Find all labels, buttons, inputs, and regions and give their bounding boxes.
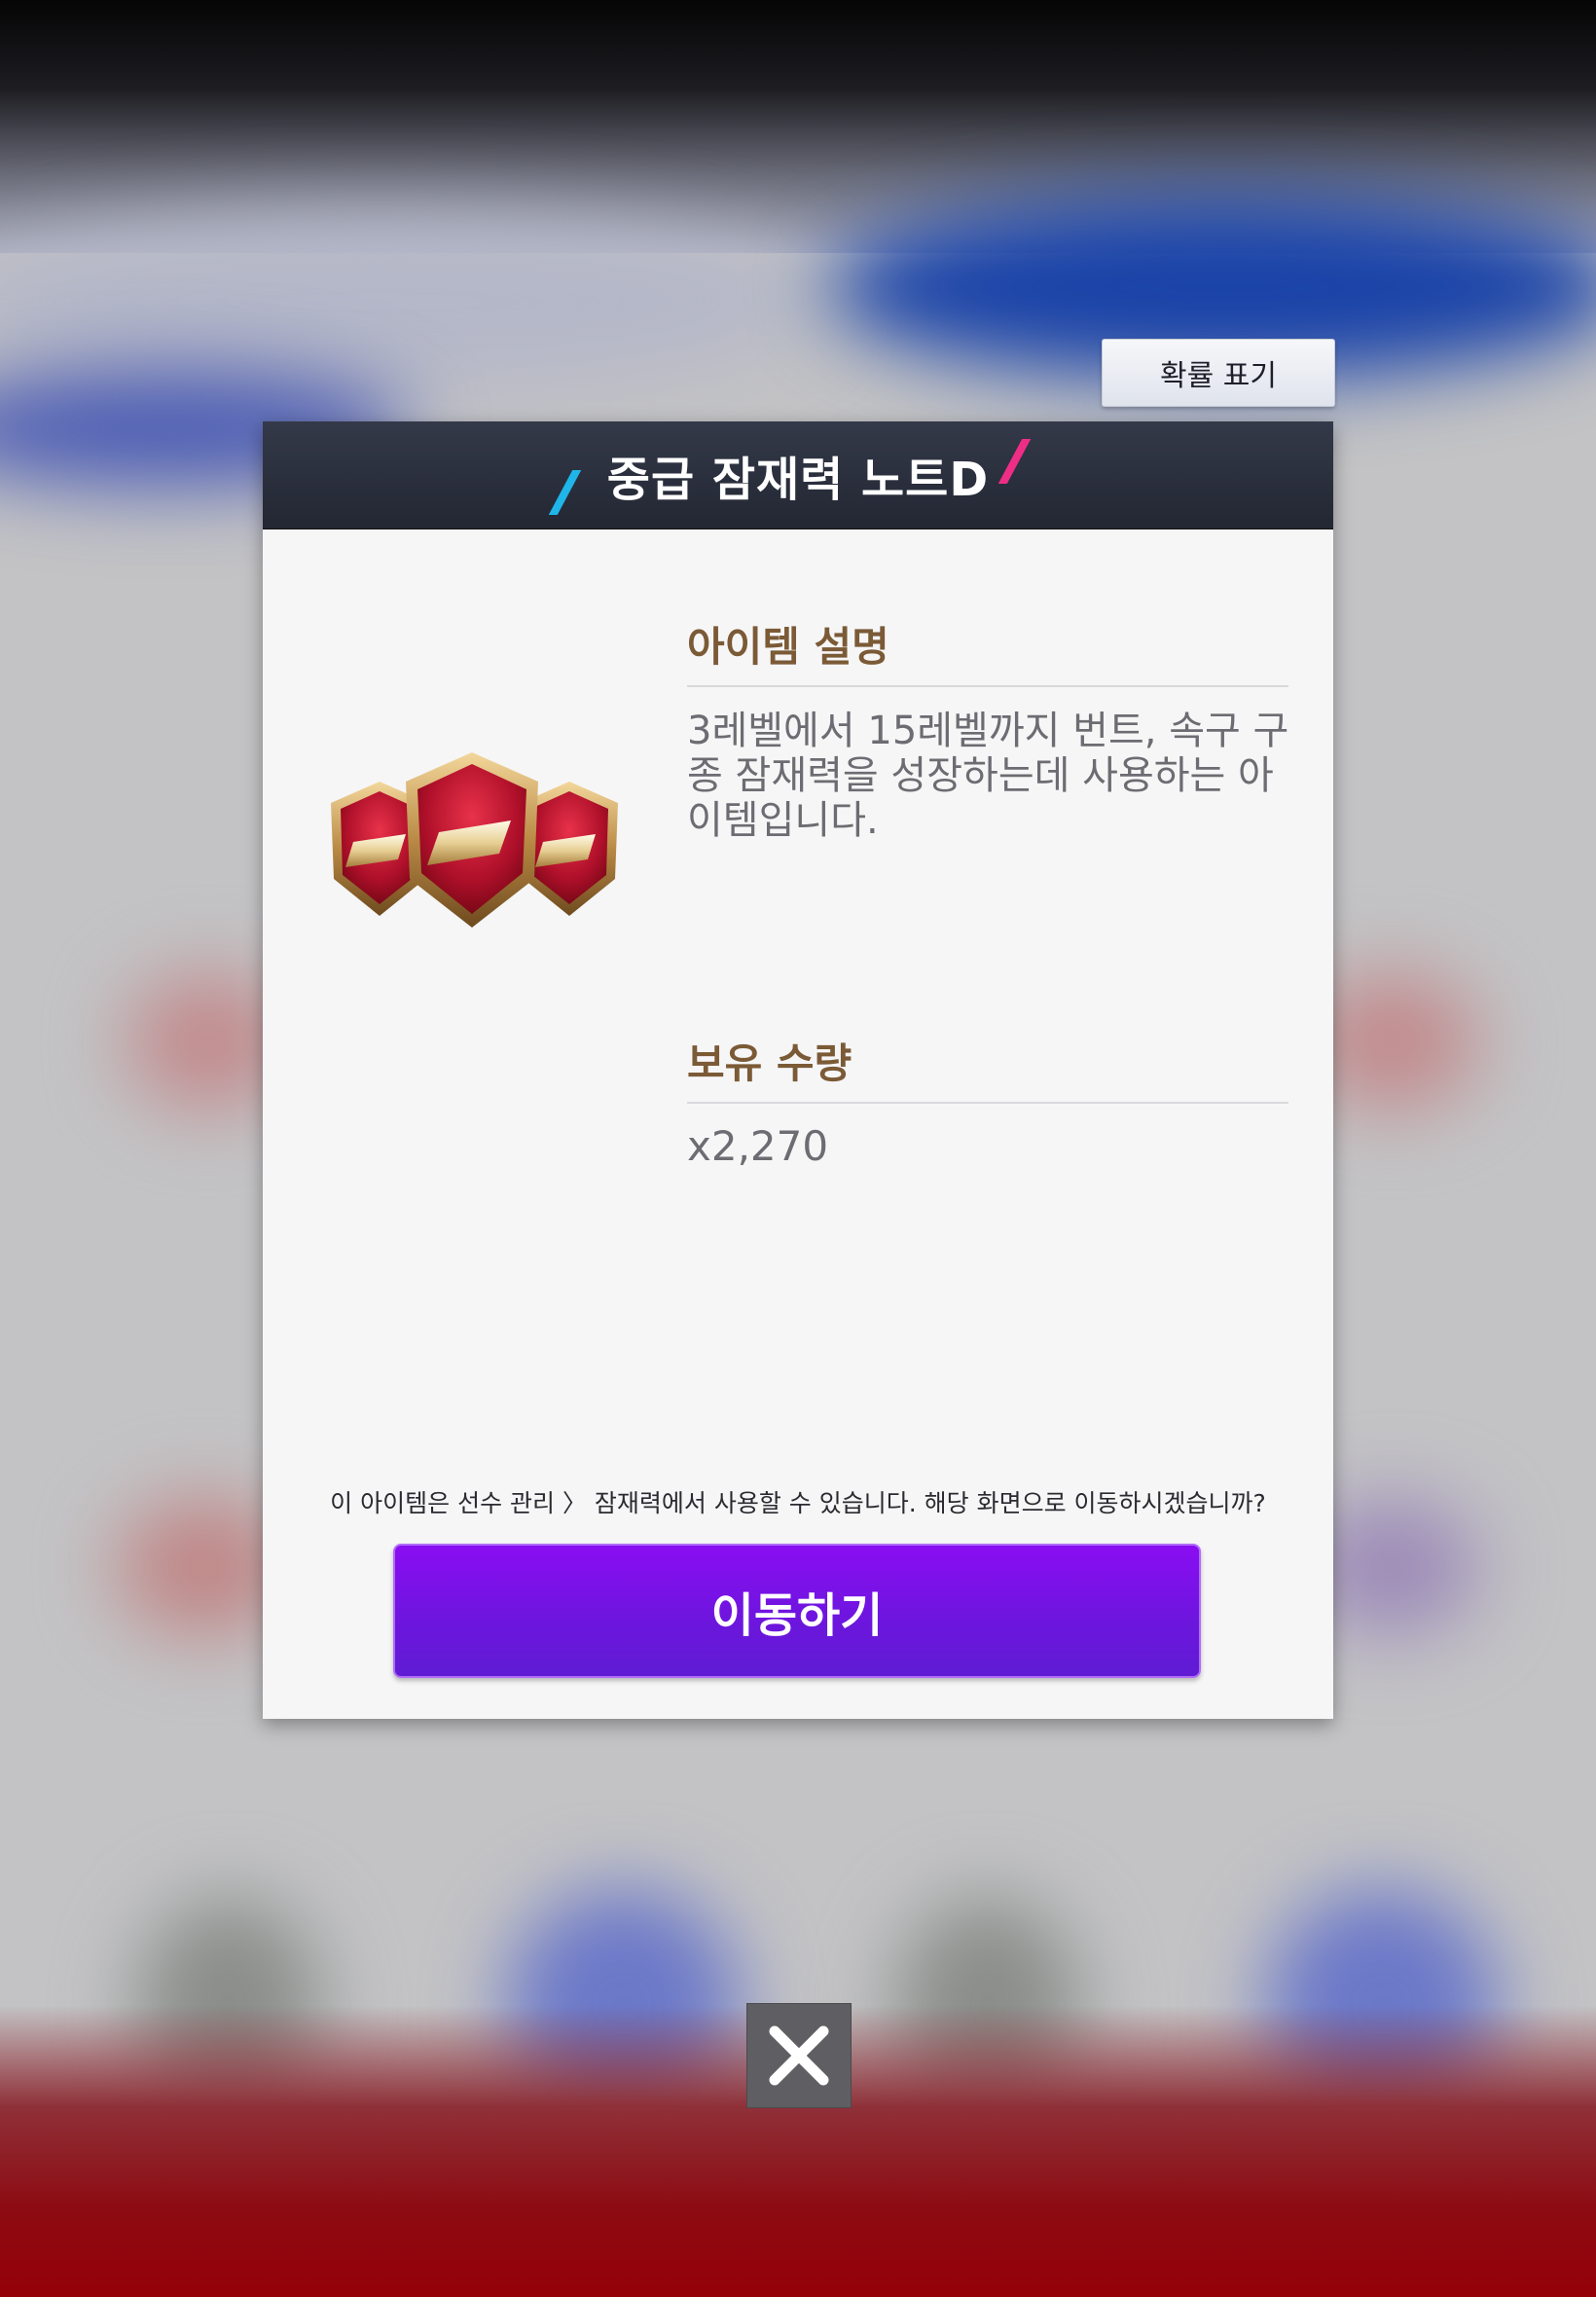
close-button[interactable]: [746, 2003, 852, 2108]
pink-slash-decoration: [998, 439, 1032, 484]
blue-slash-decoration: [548, 470, 582, 515]
probability-display-label: 확률 표기: [1160, 359, 1277, 393]
modal-header: 중급 잠재력 노트D: [263, 421, 1333, 529]
probability-display-button[interactable]: 확률 표기: [1102, 339, 1335, 407]
red-hexagon-badge-icon: [331, 752, 618, 928]
item-description-text: 3레벨에서 15레벨까지 번트, 속구 구종 잠재력을 성장하는데 사용하는 아…: [687, 709, 1289, 843]
usage-notice-text: 이 아이템은 선수 관리 〉 잠재력에서 사용할 수 있습니다. 해당 화면으로…: [330, 1489, 1266, 1517]
item-info-modal: 중급 잠재력 노트D 아이템 설명 3레벨에서 15레벨까지 번트, 속구 구종…: [263, 421, 1333, 1719]
move-button-label: 이동하기: [710, 1588, 884, 1643]
description-divider: [687, 685, 1288, 687]
close-icon: [769, 2025, 829, 2086]
modal-title: 중급 잠재력 노트D: [606, 453, 990, 507]
quantity-section-title: 보유 수량: [687, 1039, 852, 1087]
move-button[interactable]: 이동하기: [393, 1544, 1201, 1678]
owned-quantity-value: x2,270: [687, 1122, 829, 1170]
quantity-divider: [687, 1102, 1288, 1104]
description-section-title: 아이템 설명: [687, 623, 889, 671]
